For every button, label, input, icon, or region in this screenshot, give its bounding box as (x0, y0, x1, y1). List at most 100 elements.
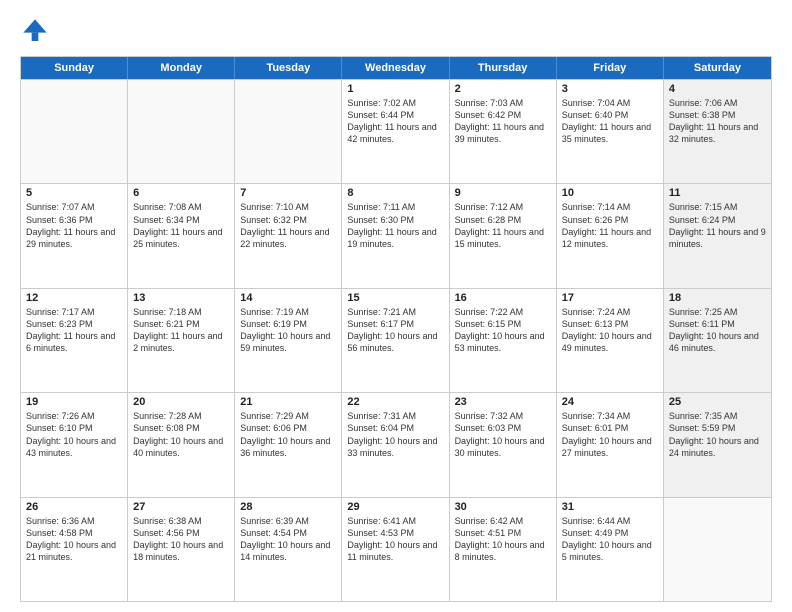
empty-cell-0-0 (21, 80, 128, 183)
day-cell-19: 19 Sunrise: 7:26 AMSunset: 6:10 PMDaylig… (21, 393, 128, 496)
cell-info: Sunrise: 7:22 AMSunset: 6:15 PMDaylight:… (455, 306, 551, 355)
day-cell-10: 10 Sunrise: 7:14 AMSunset: 6:26 PMDaylig… (557, 184, 664, 287)
day-cell-18: 18 Sunrise: 7:25 AMSunset: 6:11 PMDaylig… (664, 289, 771, 392)
calendar-row-1: 5 Sunrise: 7:07 AMSunset: 6:36 PMDayligh… (21, 183, 771, 287)
calendar-row-4: 26 Sunrise: 6:36 AMSunset: 4:58 PMDaylig… (21, 497, 771, 601)
day-cell-17: 17 Sunrise: 7:24 AMSunset: 6:13 PMDaylig… (557, 289, 664, 392)
day-header-monday: Monday (128, 57, 235, 79)
cell-info: Sunrise: 7:14 AMSunset: 6:26 PMDaylight:… (562, 201, 658, 250)
day-number: 29 (347, 501, 443, 513)
calendar: SundayMondayTuesdayWednesdayThursdayFrid… (20, 56, 772, 602)
day-header-wednesday: Wednesday (342, 57, 449, 79)
day-cell-8: 8 Sunrise: 7:11 AMSunset: 6:30 PMDayligh… (342, 184, 449, 287)
day-number: 3 (562, 83, 658, 95)
cell-info: Sunrise: 6:36 AMSunset: 4:58 PMDaylight:… (26, 515, 122, 564)
day-number: 10 (562, 187, 658, 199)
day-cell-9: 9 Sunrise: 7:12 AMSunset: 6:28 PMDayligh… (450, 184, 557, 287)
day-number: 14 (240, 292, 336, 304)
cell-info: Sunrise: 6:38 AMSunset: 4:56 PMDaylight:… (133, 515, 229, 564)
empty-cell-4-6 (664, 498, 771, 601)
day-number: 20 (133, 396, 229, 408)
day-number: 8 (347, 187, 443, 199)
day-cell-21: 21 Sunrise: 7:29 AMSunset: 6:06 PMDaylig… (235, 393, 342, 496)
day-number: 2 (455, 83, 551, 95)
day-cell-22: 22 Sunrise: 7:31 AMSunset: 6:04 PMDaylig… (342, 393, 449, 496)
day-header-sunday: Sunday (21, 57, 128, 79)
header (20, 16, 772, 46)
day-cell-3: 3 Sunrise: 7:04 AMSunset: 6:40 PMDayligh… (557, 80, 664, 183)
cell-info: Sunrise: 7:11 AMSunset: 6:30 PMDaylight:… (347, 201, 443, 250)
calendar-row-0: 1 Sunrise: 7:02 AMSunset: 6:44 PMDayligh… (21, 79, 771, 183)
day-cell-26: 26 Sunrise: 6:36 AMSunset: 4:58 PMDaylig… (21, 498, 128, 601)
cell-info: Sunrise: 7:08 AMSunset: 6:34 PMDaylight:… (133, 201, 229, 250)
day-number: 18 (669, 292, 766, 304)
day-number: 1 (347, 83, 443, 95)
day-header-friday: Friday (557, 57, 664, 79)
day-number: 31 (562, 501, 658, 513)
day-number: 28 (240, 501, 336, 513)
day-number: 24 (562, 396, 658, 408)
cell-info: Sunrise: 7:32 AMSunset: 6:03 PMDaylight:… (455, 410, 551, 459)
day-number: 17 (562, 292, 658, 304)
calendar-row-2: 12 Sunrise: 7:17 AMSunset: 6:23 PMDaylig… (21, 288, 771, 392)
day-header-saturday: Saturday (664, 57, 771, 79)
cell-info: Sunrise: 7:21 AMSunset: 6:17 PMDaylight:… (347, 306, 443, 355)
cell-info: Sunrise: 7:28 AMSunset: 6:08 PMDaylight:… (133, 410, 229, 459)
cell-info: Sunrise: 7:17 AMSunset: 6:23 PMDaylight:… (26, 306, 122, 355)
cell-info: Sunrise: 6:44 AMSunset: 4:49 PMDaylight:… (562, 515, 658, 564)
cell-info: Sunrise: 7:29 AMSunset: 6:06 PMDaylight:… (240, 410, 336, 459)
day-cell-14: 14 Sunrise: 7:19 AMSunset: 6:19 PMDaylig… (235, 289, 342, 392)
logo-icon (20, 16, 50, 46)
day-number: 26 (26, 501, 122, 513)
day-number: 13 (133, 292, 229, 304)
day-cell-25: 25 Sunrise: 7:35 AMSunset: 5:59 PMDaylig… (664, 393, 771, 496)
day-number: 21 (240, 396, 336, 408)
day-cell-27: 27 Sunrise: 6:38 AMSunset: 4:56 PMDaylig… (128, 498, 235, 601)
day-number: 19 (26, 396, 122, 408)
calendar-row-3: 19 Sunrise: 7:26 AMSunset: 6:10 PMDaylig… (21, 392, 771, 496)
cell-info: Sunrise: 6:42 AMSunset: 4:51 PMDaylight:… (455, 515, 551, 564)
cell-info: Sunrise: 7:06 AMSunset: 6:38 PMDaylight:… (669, 97, 766, 146)
day-cell-16: 16 Sunrise: 7:22 AMSunset: 6:15 PMDaylig… (450, 289, 557, 392)
day-cell-12: 12 Sunrise: 7:17 AMSunset: 6:23 PMDaylig… (21, 289, 128, 392)
empty-cell-0-1 (128, 80, 235, 183)
day-number: 23 (455, 396, 551, 408)
day-cell-4: 4 Sunrise: 7:06 AMSunset: 6:38 PMDayligh… (664, 80, 771, 183)
day-cell-1: 1 Sunrise: 7:02 AMSunset: 6:44 PMDayligh… (342, 80, 449, 183)
day-number: 9 (455, 187, 551, 199)
cell-info: Sunrise: 7:04 AMSunset: 6:40 PMDaylight:… (562, 97, 658, 146)
day-cell-24: 24 Sunrise: 7:34 AMSunset: 6:01 PMDaylig… (557, 393, 664, 496)
day-number: 6 (133, 187, 229, 199)
day-cell-11: 11 Sunrise: 7:15 AMSunset: 6:24 PMDaylig… (664, 184, 771, 287)
cell-info: Sunrise: 6:41 AMSunset: 4:53 PMDaylight:… (347, 515, 443, 564)
day-cell-20: 20 Sunrise: 7:28 AMSunset: 6:08 PMDaylig… (128, 393, 235, 496)
day-number: 7 (240, 187, 336, 199)
cell-info: Sunrise: 7:19 AMSunset: 6:19 PMDaylight:… (240, 306, 336, 355)
day-number: 27 (133, 501, 229, 513)
cell-info: Sunrise: 7:26 AMSunset: 6:10 PMDaylight:… (26, 410, 122, 459)
cell-info: Sunrise: 7:12 AMSunset: 6:28 PMDaylight:… (455, 201, 551, 250)
cell-info: Sunrise: 7:34 AMSunset: 6:01 PMDaylight:… (562, 410, 658, 459)
day-header-thursday: Thursday (450, 57, 557, 79)
cell-info: Sunrise: 7:35 AMSunset: 5:59 PMDaylight:… (669, 410, 766, 459)
cell-info: Sunrise: 7:18 AMSunset: 6:21 PMDaylight:… (133, 306, 229, 355)
day-number: 12 (26, 292, 122, 304)
cell-info: Sunrise: 7:03 AMSunset: 6:42 PMDaylight:… (455, 97, 551, 146)
day-cell-31: 31 Sunrise: 6:44 AMSunset: 4:49 PMDaylig… (557, 498, 664, 601)
day-cell-2: 2 Sunrise: 7:03 AMSunset: 6:42 PMDayligh… (450, 80, 557, 183)
cell-info: Sunrise: 7:24 AMSunset: 6:13 PMDaylight:… (562, 306, 658, 355)
day-number: 15 (347, 292, 443, 304)
cell-info: Sunrise: 7:31 AMSunset: 6:04 PMDaylight:… (347, 410, 443, 459)
day-cell-13: 13 Sunrise: 7:18 AMSunset: 6:21 PMDaylig… (128, 289, 235, 392)
calendar-header: SundayMondayTuesdayWednesdayThursdayFrid… (21, 57, 771, 79)
empty-cell-0-2 (235, 80, 342, 183)
page: SundayMondayTuesdayWednesdayThursdayFrid… (0, 0, 792, 612)
logo (20, 16, 54, 46)
cell-info: Sunrise: 7:02 AMSunset: 6:44 PMDaylight:… (347, 97, 443, 146)
day-number: 4 (669, 83, 766, 95)
day-number: 11 (669, 187, 766, 199)
day-number: 30 (455, 501, 551, 513)
day-cell-5: 5 Sunrise: 7:07 AMSunset: 6:36 PMDayligh… (21, 184, 128, 287)
calendar-body: 1 Sunrise: 7:02 AMSunset: 6:44 PMDayligh… (21, 79, 771, 601)
day-number: 25 (669, 396, 766, 408)
